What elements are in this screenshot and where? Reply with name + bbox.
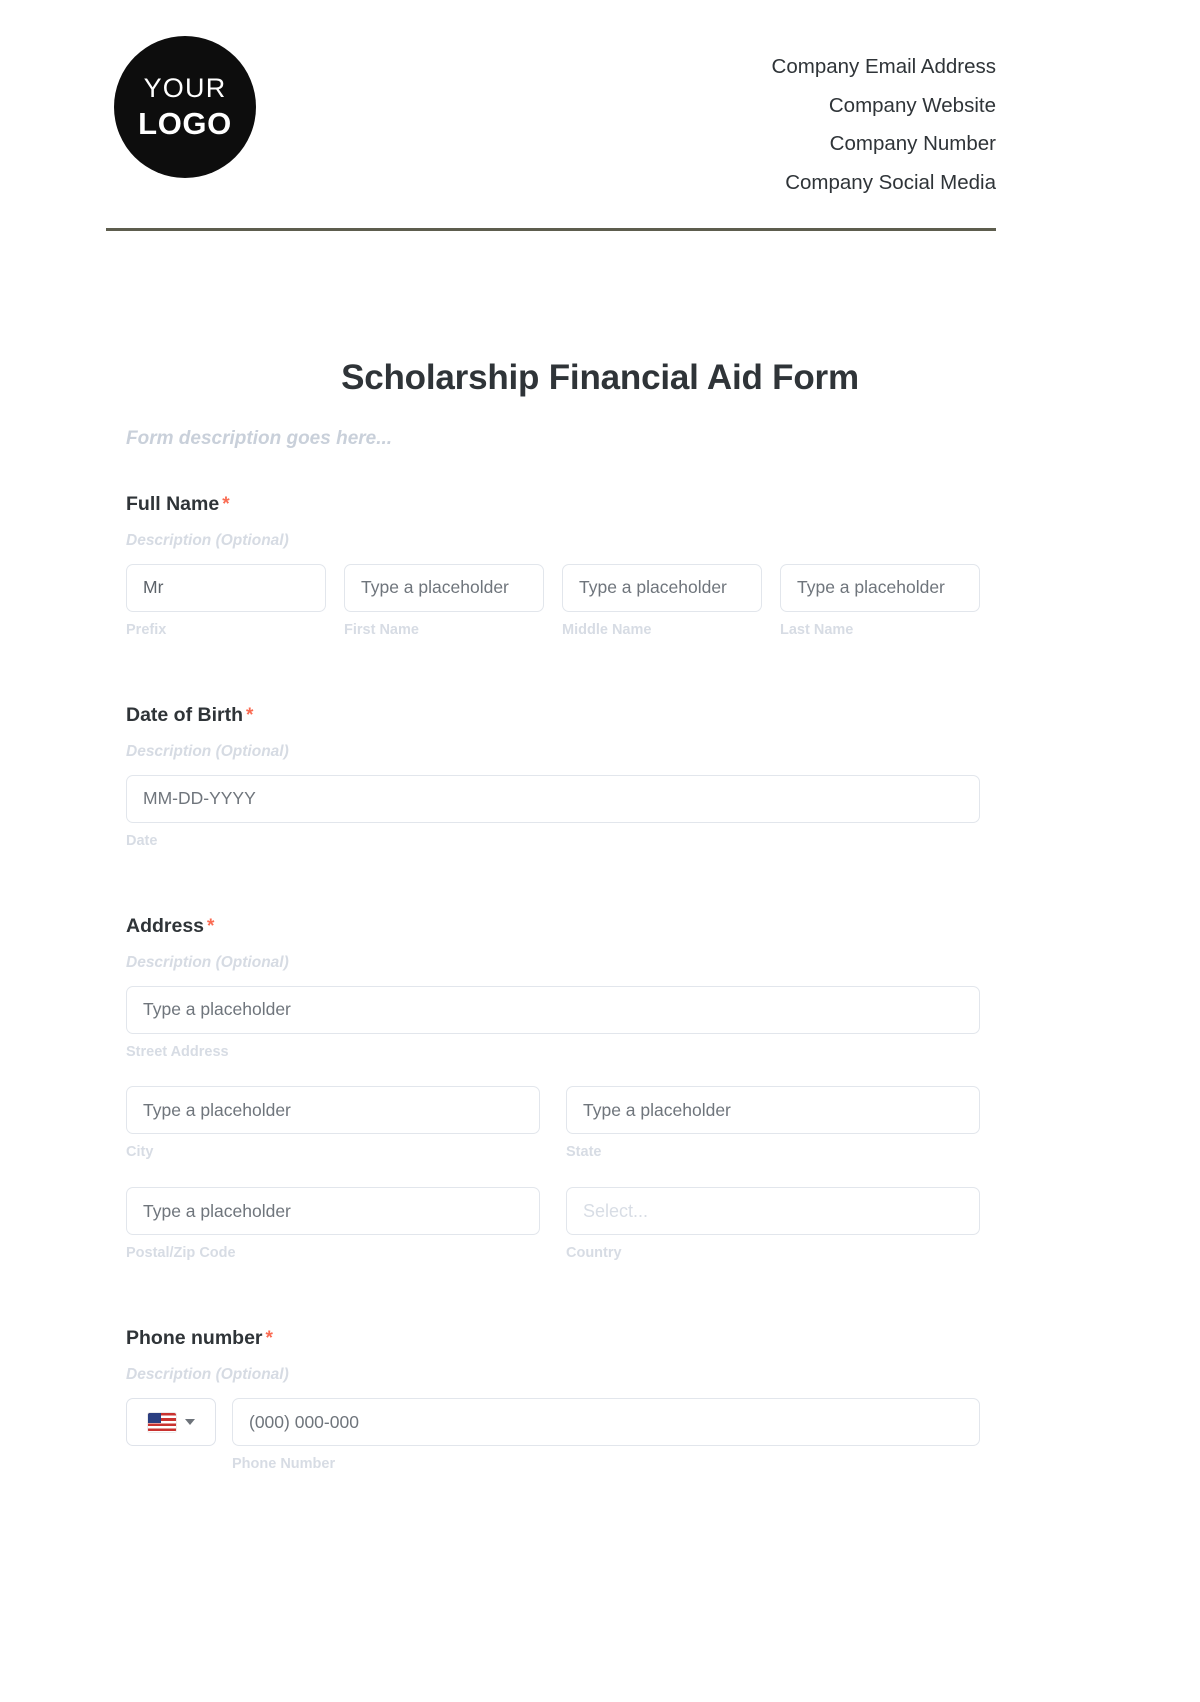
full-name-inputs-row: Mr Prefix Type a placeholder First Name … [126,563,980,639]
required-asterisk: * [265,1328,273,1350]
header-divider [106,228,996,231]
company-number-line: Company Number [829,132,996,155]
field-label-date-of-birth: Date of Birth * [126,703,980,727]
chevron-down-icon [184,1419,195,1426]
field-label-full-name: Full Name * [126,493,980,516]
city-sublabel: City [126,1144,154,1161]
required-asterisk: * [222,494,230,515]
field-full-name: Full Name * Description (Optional) Mr Pre… [126,493,980,639]
field-label-text: Phone number [126,1327,263,1350]
prefix-sublabel: Prefix [126,621,167,638]
form-page: YOUR LOGO Company Email Address Company … [0,0,1200,1702]
field-label-text: Address [126,914,205,937]
company-website-line: Company Website [828,93,996,117]
last-name-sublabel: Last Name [780,621,854,638]
middle-name-column: Type a placeholder Middle Name [562,563,762,639]
postal-zip-sublabel: Postal/Zip Code [126,1245,236,1262]
form-fields: Full Name * Description (Optional) Mr Pre… [126,493,980,1473]
required-asterisk: * [207,915,215,937]
first-name-input[interactable]: Type a placeholder [344,563,544,612]
field-phone-number: Phone number * Description (Optional) (00… [126,1328,980,1473]
logo-text-top: YOUR [143,73,227,103]
state-input[interactable]: Type a placeholder [566,1086,980,1135]
prefix-column: Mr Prefix [126,563,326,639]
field-description-address: Description (Optional) [126,953,289,971]
phone-number-sublabel: Phone Number [232,1456,336,1473]
letterhead: YOUR LOGO Company Email Address Company … [106,36,996,202]
date-of-birth-row: MM-DD-YYYY Date [126,774,980,850]
postal-zip-column: Type a placeholder Postal/Zip Code [126,1187,540,1262]
prefix-input[interactable]: Mr [126,563,326,612]
date-of-birth-column: MM-DD-YYYY Date [126,774,980,850]
country-column: Select... Country [566,1187,980,1262]
form-description: Form description goes here... [126,428,393,449]
state-column: Type a placeholder State [566,1086,980,1161]
page-title: Scholarship Financial Aid Form [341,358,859,397]
last-name-input[interactable]: Type a placeholder [780,563,980,612]
company-email-line: Company Email Address [771,55,996,78]
company-logo: YOUR LOGO [114,36,256,178]
logo-text-bottom: LOGO [138,106,232,141]
state-sublabel: State [566,1144,602,1161]
field-label-text: Date of Birth [126,703,243,726]
phone-number-column: (000) 000-000 [232,1398,980,1447]
street-address-row: Type a placeholder Street Address [126,985,980,1061]
required-asterisk: * [246,704,254,726]
field-label-address: Address * [126,914,980,938]
zip-country-row: Type a placeholder Postal/Zip Code Selec… [126,1187,980,1262]
field-description-phone-number: Description (Optional) [126,1366,289,1384]
phone-number-row: (000) 000-000 [126,1398,980,1447]
first-name-column: Type a placeholder First Name [344,563,544,639]
middle-name-sublabel: Middle Name [562,621,652,638]
country-select[interactable]: Select... [566,1187,980,1236]
country-sublabel: Country [566,1245,622,1262]
field-address: Address * Description (Optional) Type a p… [126,914,980,1263]
us-flag-icon [147,1412,176,1432]
street-address-input[interactable]: Type a placeholder [126,985,980,1034]
field-label-text: Full Name [126,493,220,515]
country-code-select[interactable] [126,1398,216,1447]
phone-number-input[interactable]: (000) 000-000 [232,1398,980,1447]
date-of-birth-input[interactable]: MM-DD-YYYY [126,774,980,823]
company-contact-block: Company Email Address Company Website Co… [772,36,996,202]
street-address-sublabel: Street Address [126,1043,229,1060]
field-label-phone-number: Phone number * [126,1328,980,1350]
first-name-sublabel: First Name [344,621,419,638]
city-state-row: Type a placeholder City Type a placehold… [126,1086,980,1161]
field-date-of-birth: Date of Birth * Description (Optional) MM… [126,703,980,850]
field-description-date-of-birth: Description (Optional) [126,742,289,760]
street-address-column: Type a placeholder Street Address [126,985,980,1061]
field-description-full-name: Description (Optional) [126,531,289,549]
postal-zip-input[interactable]: Type a placeholder [126,1187,540,1236]
city-input[interactable]: Type a placeholder [126,1086,540,1135]
middle-name-input[interactable]: Type a placeholder [562,563,762,612]
company-social-media-line: Company Social Media [785,170,996,194]
city-column: Type a placeholder City [126,1086,540,1161]
last-name-column: Type a placeholder Last Name [780,563,980,639]
date-of-birth-sublabel: Date [126,832,158,849]
